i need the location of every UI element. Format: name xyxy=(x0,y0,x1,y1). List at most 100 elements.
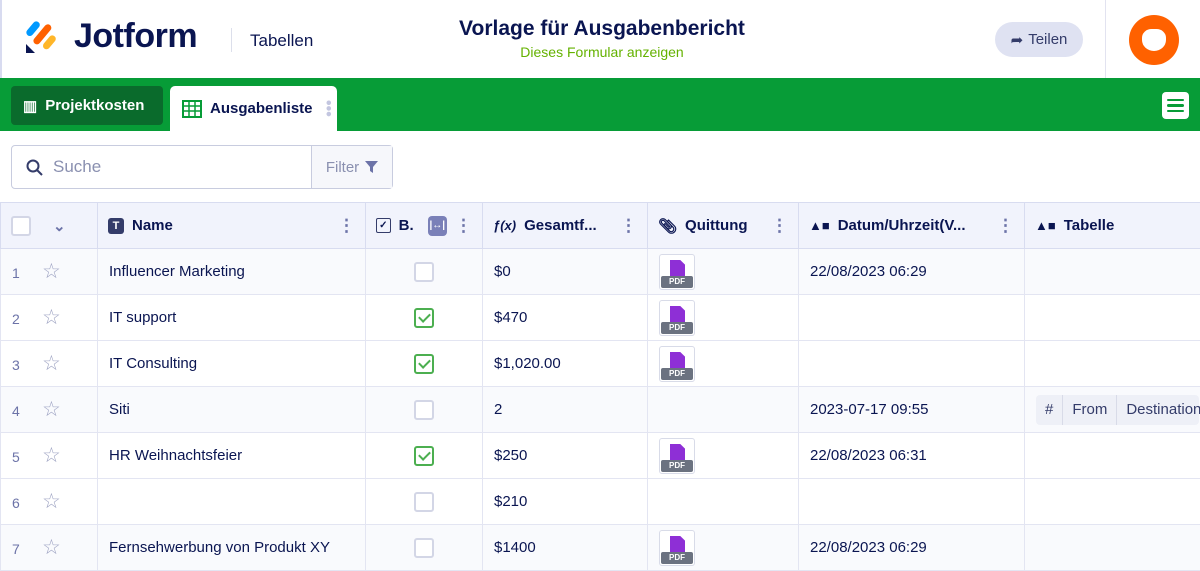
column-header-datum[interactable]: ▲■ Datum/Uhrzeit(V... ⋮ xyxy=(798,202,1025,249)
share-button[interactable]: ➦ Teilen xyxy=(995,22,1083,57)
report-icon: ▥ xyxy=(23,97,38,115)
pdf-file-icon[interactable]: PDF xyxy=(659,437,695,474)
date-cell[interactable] xyxy=(798,294,1025,341)
receipt-cell[interactable]: PDF xyxy=(647,294,799,341)
name-cell[interactable]: Siti xyxy=(97,386,366,433)
b-cell[interactable] xyxy=(365,248,483,295)
row-number: 2 xyxy=(12,311,20,327)
date-cell[interactable]: 22/08/2023 06:29 xyxy=(798,248,1025,295)
total-cell[interactable]: $1,020.00 xyxy=(482,340,648,387)
pdf-file-icon[interactable]: PDF xyxy=(659,299,695,336)
select-all-checkbox[interactable] xyxy=(11,215,31,236)
b-cell[interactable] xyxy=(365,478,483,525)
tabelle-cell[interactable] xyxy=(1024,294,1200,341)
date-cell[interactable] xyxy=(798,340,1025,387)
tabelle-cell[interactable]: # From Destination xyxy=(1024,386,1200,433)
date-cell[interactable] xyxy=(798,478,1025,525)
table-row[interactable]: 4 ☆ Siti 2 2023-07-17 09:55 # From Destination xyxy=(0,386,1200,433)
total-cell[interactable]: $250 xyxy=(482,432,648,479)
star-icon[interactable]: ☆ xyxy=(42,398,61,421)
star-icon[interactable]: ☆ xyxy=(42,260,61,283)
row-checkbox[interactable] xyxy=(414,307,434,328)
b-cell[interactable] xyxy=(365,432,483,479)
tabelle-cell[interactable] xyxy=(1024,524,1200,571)
section-label: Tabellen xyxy=(250,31,314,50)
row-checkbox[interactable] xyxy=(414,445,434,466)
tab-more-icon[interactable]: ••• xyxy=(320,100,337,117)
row-index-cell: 5 ☆ xyxy=(0,432,98,479)
star-icon[interactable]: ☆ xyxy=(42,352,61,375)
name-cell[interactable]: IT support xyxy=(97,294,366,341)
b-cell[interactable] xyxy=(365,524,483,571)
chevron-down-icon[interactable]: ⌄ xyxy=(53,217,66,235)
name-cell[interactable]: HR Weihnachtsfeier xyxy=(97,432,366,479)
column-menu-icon[interactable]: ⋮ xyxy=(620,216,637,236)
table-row[interactable]: 5 ☆ HR Weihnachtsfeier $250 PDF 22/08/2023 06… xyxy=(0,432,1200,479)
row-checkbox[interactable] xyxy=(414,491,434,512)
tabelle-cell[interactable] xyxy=(1024,432,1200,479)
hamburger-menu-button[interactable] xyxy=(1162,92,1189,119)
name-cell[interactable]: IT Consulting xyxy=(97,340,366,387)
view-form-link[interactable]: Dieses Formular anzeigen xyxy=(402,44,802,60)
star-icon[interactable]: ☆ xyxy=(42,490,61,513)
total-cell[interactable]: $210 xyxy=(482,478,648,525)
b-cell[interactable] xyxy=(365,386,483,433)
b-cell[interactable] xyxy=(365,340,483,387)
receipt-cell[interactable]: PDF xyxy=(647,524,799,571)
receipt-cell[interactable]: PDF xyxy=(647,432,799,479)
column-header-b[interactable]: ✓ B. |↔| ⋮ xyxy=(365,202,483,249)
receipt-cell[interactable] xyxy=(647,386,799,433)
column-menu-icon[interactable]: ⋮ xyxy=(338,216,355,236)
table-row[interactable]: 3 ☆ IT Consulting $1,020.00 PDF xyxy=(0,340,1200,387)
filter-button[interactable]: Filter xyxy=(311,146,392,188)
total-cell[interactable]: $0 xyxy=(482,248,648,295)
column-header-tabelle[interactable]: ▲■ Tabelle xyxy=(1024,202,1200,249)
table-row[interactable]: 6 ☆ $210 xyxy=(0,478,1200,525)
tabelle-cell[interactable] xyxy=(1024,340,1200,387)
tabelle-cell[interactable] xyxy=(1024,248,1200,295)
table-row[interactable]: 1 ☆ Influencer Marketing $0 PDF 22/08/2023 06… xyxy=(0,248,1200,295)
column-title: B. xyxy=(398,217,414,234)
name-cell[interactable] xyxy=(97,478,366,525)
row-checkbox[interactable] xyxy=(414,353,434,374)
search-input[interactable]: Suche xyxy=(12,146,311,188)
row-checkbox[interactable] xyxy=(414,261,434,282)
table-row[interactable]: 7 ☆ Fernsehwerbung von Produkt XY $1400 PDF 2… xyxy=(0,524,1200,571)
pdf-file-icon[interactable]: PDF xyxy=(659,253,695,290)
table-row[interactable]: 2 ☆ IT support $470 PDF xyxy=(0,294,1200,341)
date-cell[interactable]: 22/08/2023 06:31 xyxy=(798,432,1025,479)
column-header-gesamt[interactable]: ƒ(x) Gesamtf... ⋮ xyxy=(482,202,648,249)
tabelle-cell[interactable] xyxy=(1024,478,1200,525)
column-header-name[interactable]: T Name ⋮ xyxy=(97,202,366,249)
search-bar: Suche Filter xyxy=(11,145,393,189)
star-icon[interactable]: ☆ xyxy=(42,306,61,329)
total-cell[interactable]: $1400 xyxy=(482,524,648,571)
tab-projektkosten[interactable]: ▥ Projektkosten xyxy=(11,86,163,125)
receipt-cell[interactable]: PDF xyxy=(647,248,799,295)
pdf-file-icon[interactable]: PDF xyxy=(659,345,695,382)
star-icon[interactable]: ☆ xyxy=(42,536,61,559)
column-title: Quittung xyxy=(685,217,748,234)
name-cell[interactable]: Influencer Marketing xyxy=(97,248,366,295)
brand-name[interactable]: Jotform xyxy=(74,17,198,56)
total-cell[interactable]: $470 xyxy=(482,294,648,341)
column-menu-icon[interactable]: ⋮ xyxy=(771,216,788,236)
expand-column-icon[interactable]: |↔| xyxy=(427,215,447,236)
star-icon[interactable]: ☆ xyxy=(42,444,61,467)
name-cell[interactable]: Fernsehwerbung von Produkt XY xyxy=(97,524,366,571)
column-menu-icon[interactable]: ⋮ xyxy=(455,216,472,236)
column-menu-icon[interactable]: ⋮ xyxy=(997,216,1014,236)
receipt-cell[interactable]: PDF xyxy=(647,340,799,387)
avatar[interactable] xyxy=(1129,15,1179,65)
tab-label: Ausgabenliste xyxy=(210,100,313,117)
b-cell[interactable] xyxy=(365,294,483,341)
row-checkbox[interactable] xyxy=(414,399,434,420)
total-cell[interactable]: 2 xyxy=(482,386,648,433)
tab-ausgabenliste[interactable]: Ausgabenliste ••• xyxy=(170,86,337,131)
date-cell[interactable]: 2023-07-17 09:55 xyxy=(798,386,1025,433)
date-cell[interactable]: 22/08/2023 06:29 xyxy=(798,524,1025,571)
row-checkbox[interactable] xyxy=(414,537,434,558)
pdf-file-icon[interactable]: PDF xyxy=(659,529,695,566)
receipt-cell[interactable] xyxy=(647,478,799,525)
column-header-quittung[interactable]: 📎︎ Quittung ⋮ xyxy=(647,202,799,249)
